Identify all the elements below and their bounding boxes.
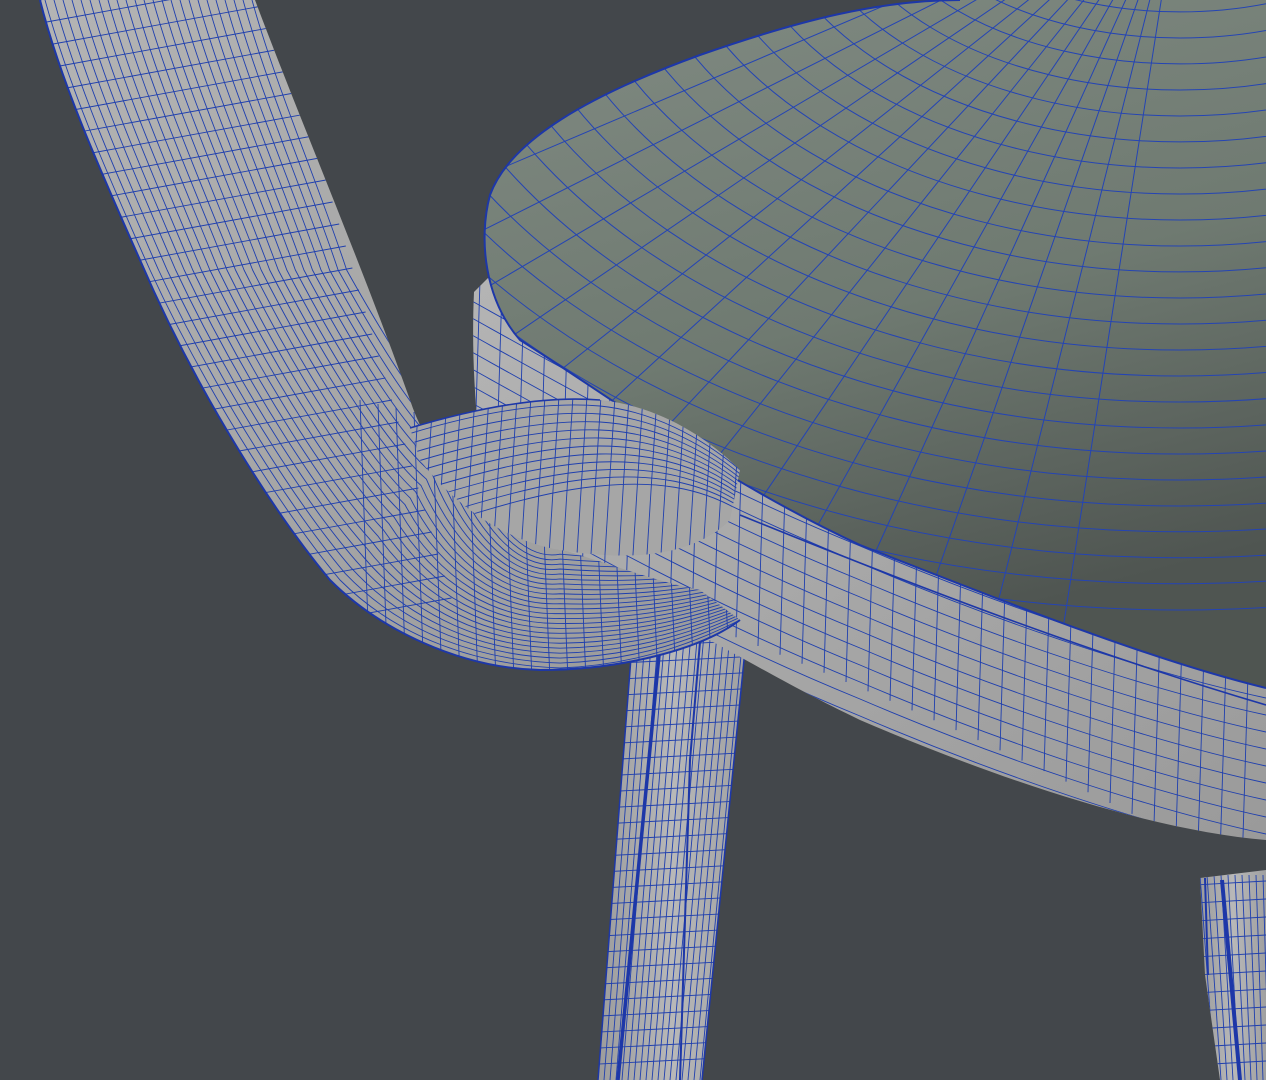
rear-leg — [1200, 870, 1266, 1080]
front-leg — [597, 619, 749, 1080]
wireframe-render — [39, 0, 1266, 1080]
3d-viewport[interactable] — [0, 0, 1266, 1080]
